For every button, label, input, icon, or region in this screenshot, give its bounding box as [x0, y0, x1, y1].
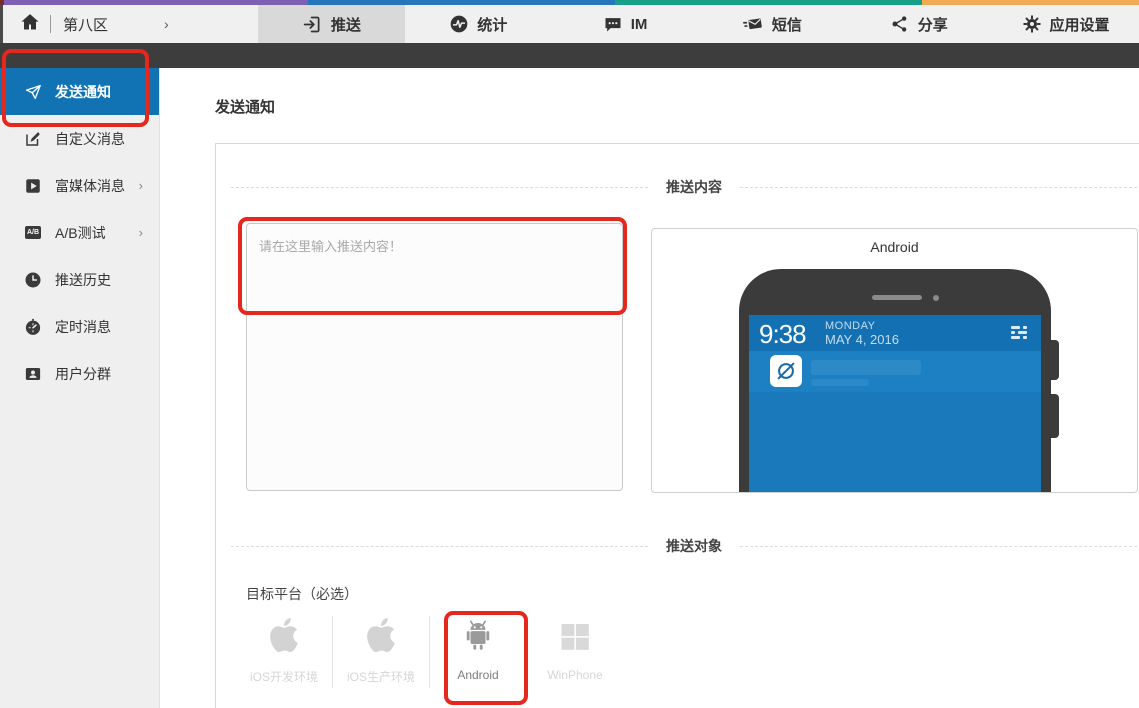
push-target-divider: 推送对象: [231, 536, 1139, 556]
preview-weekday: MONDAY: [825, 320, 899, 332]
chevron-right-icon: ›: [139, 178, 159, 193]
platform-android[interactable]: Android: [430, 612, 526, 682]
tab-label: 推送: [331, 14, 361, 35]
subheader-dark-band: [0, 43, 1139, 68]
tab-label: 分享: [918, 14, 948, 35]
dashed-line: [740, 546, 1139, 547]
sidebar-item-label: 自定义消息: [55, 129, 125, 149]
ab-test-icon: A/B: [24, 224, 42, 242]
platform-label: WinPhone: [547, 668, 602, 682]
top-navigation-bar: 第八区 › 推送 统计 IM: [0, 5, 1139, 43]
push-form-panel: 推送内容 Android 9:38 MONDAY MAY 4, 2016: [215, 143, 1139, 708]
dashed-line: [740, 187, 1139, 188]
chat-icon: [603, 14, 623, 34]
platform-label: iOS生产环境: [347, 668, 415, 685]
notification-settings-icon: [1011, 324, 1027, 341]
tab-share[interactable]: 分享: [845, 5, 992, 43]
push-arrow-icon: [302, 14, 323, 35]
platform-label: Android: [457, 668, 498, 682]
preview-date: MAY 4, 2016: [825, 332, 899, 347]
preview-date-block: MONDAY MAY 4, 2016: [825, 320, 899, 347]
app-name-label: 第八区: [63, 14, 108, 35]
chevron-right-icon[interactable]: ›: [164, 16, 169, 32]
tab-label: IM: [631, 16, 648, 33]
apple-icon: [267, 612, 301, 654]
android-preview-card: Android 9:38 MONDAY MAY 4, 2016: [651, 228, 1138, 493]
timer-icon: [24, 318, 42, 336]
sidebar-item-label: 定时消息: [55, 317, 111, 337]
page-title: 发送通知: [215, 96, 275, 117]
phone-speaker: [872, 295, 922, 300]
tab-label: 统计: [477, 14, 507, 35]
user-group-icon: [24, 365, 42, 383]
sidebar-item-push-history[interactable]: 推送历史: [0, 256, 159, 303]
history-clock-icon: [24, 271, 42, 289]
tab-app-settings[interactable]: 应用设置: [992, 5, 1139, 43]
tab-sms[interactable]: 短信: [698, 5, 845, 43]
ab-badge-text: A/B: [25, 226, 41, 239]
send-icon: [24, 83, 42, 101]
platform-ios-prod[interactable]: iOS生产环境: [333, 612, 429, 685]
sidebar-item-ab-test[interactable]: A/B A/B测试 ›: [0, 209, 159, 256]
tab-stats[interactable]: 统计: [405, 5, 552, 43]
tab-label: 应用设置: [1050, 14, 1110, 35]
chevron-right-icon: ›: [139, 225, 159, 240]
dashed-line: [231, 187, 648, 188]
sms-icon: [742, 14, 764, 34]
app-logo-icon: [770, 355, 802, 387]
tab-im[interactable]: IM: [552, 5, 699, 43]
phone-screen: 9:38 MONDAY MAY 4, 2016: [749, 315, 1041, 493]
gear-icon: [1022, 14, 1042, 34]
sidebar-item-user-segment[interactable]: 用户分群: [0, 350, 159, 397]
preview-platform-label: Android: [652, 239, 1137, 255]
push-console-window: 第八区 › 推送 统计 IM: [0, 0, 1139, 708]
section-label: 推送内容: [666, 177, 722, 197]
share-icon: [890, 14, 910, 34]
tab-label: 短信: [772, 14, 802, 35]
app-breadcrumb[interactable]: 第八区 ›: [3, 5, 258, 43]
section-label: 推送对象: [666, 536, 722, 556]
home-icon: [20, 12, 40, 37]
preview-time: 9:38: [759, 319, 806, 350]
phone-mockup: 9:38 MONDAY MAY 4, 2016: [739, 269, 1051, 493]
edit-icon: [24, 130, 42, 148]
platform-winphone[interactable]: WinPhone: [527, 612, 623, 682]
sidebar: 发送通知 自定义消息 富媒体消息 › A/B A/B测试 ›: [0, 68, 160, 708]
notification-preview-row: [749, 351, 1041, 392]
sidebar-item-label: 富媒体消息: [55, 176, 125, 196]
sidebar-item-label: 用户分群: [55, 364, 111, 384]
sidebar-item-label: 推送历史: [55, 270, 111, 290]
sidebar-item-send-notification[interactable]: 发送通知: [0, 68, 159, 115]
tab-push[interactable]: 推送: [258, 5, 405, 43]
breadcrumb-divider: [50, 15, 51, 33]
notification-ghost-title: [811, 360, 921, 375]
platform-ios-dev[interactable]: iOS开发环境: [236, 612, 332, 685]
play-icon: [24, 177, 42, 195]
notification-ghost-body: [811, 379, 869, 386]
phone-side-button: [1051, 340, 1059, 380]
platform-selector: iOS开发环境 iOS生产环境: [236, 612, 623, 688]
android-icon: [460, 612, 496, 654]
sidebar-item-scheduled-message[interactable]: 定时消息: [0, 303, 159, 350]
apple-icon: [364, 612, 398, 654]
phone-statusbar: 9:38 MONDAY MAY 4, 2016: [749, 315, 1041, 351]
push-content-input[interactable]: [246, 223, 623, 491]
sidebar-item-custom-message[interactable]: 自定义消息: [0, 115, 159, 162]
sidebar-item-label: A/B测试: [55, 223, 106, 243]
phone-side-button: [1051, 394, 1059, 438]
platform-label: iOS开发环境: [250, 668, 318, 685]
stats-icon: [449, 14, 469, 34]
sidebar-item-label: 发送通知: [55, 82, 111, 102]
windows-icon: [557, 612, 593, 654]
push-content-divider: 推送内容: [231, 177, 1139, 197]
sidebar-item-rich-media[interactable]: 富媒体消息 ›: [0, 162, 159, 209]
target-platform-label: 目标平台（必选）: [246, 584, 358, 604]
dashed-line: [231, 546, 648, 547]
phone-camera-dot: [933, 295, 939, 301]
